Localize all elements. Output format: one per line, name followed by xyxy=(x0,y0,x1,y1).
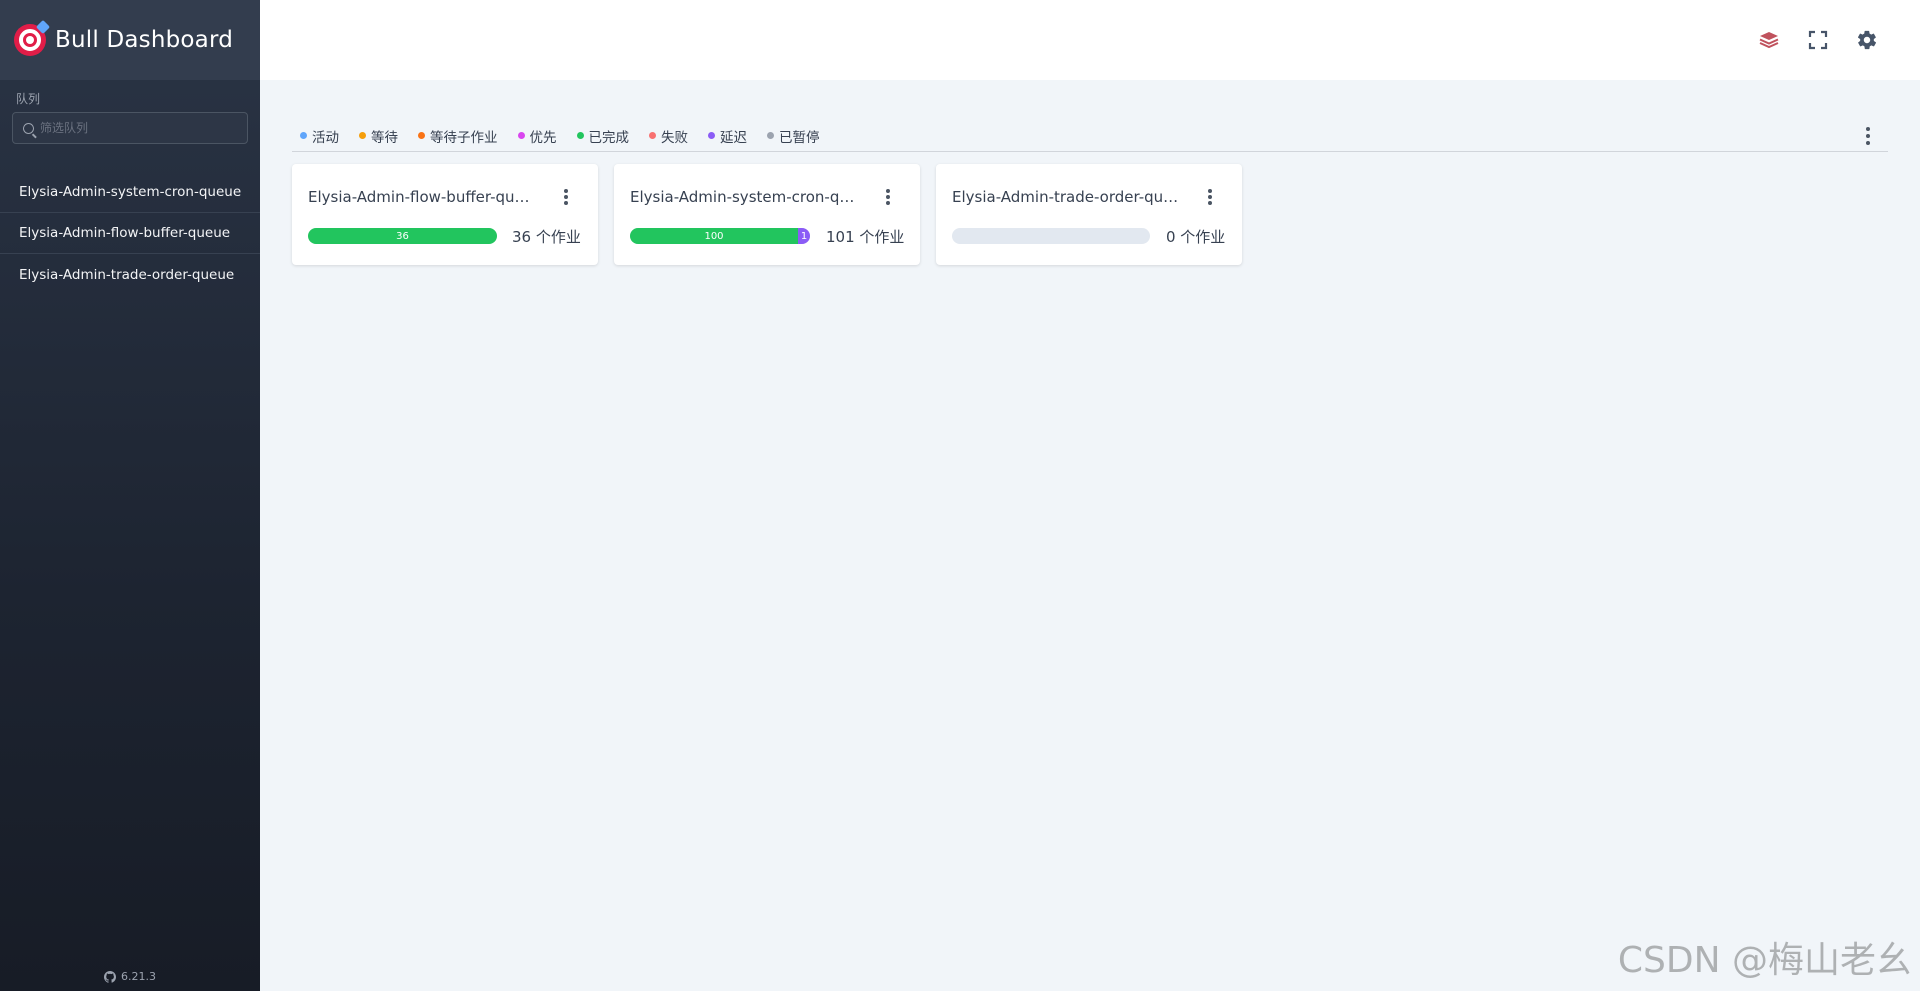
status-filter-bar: 活动 等待 等待子作业 优先 已完成 失败 延迟 已暂停 xyxy=(292,120,1888,152)
status-dot-icon xyxy=(767,132,774,139)
fullscreen-icon[interactable] xyxy=(1806,28,1830,52)
status-label: 优先 xyxy=(529,129,557,146)
brand[interactable]: Bull Dashboard xyxy=(0,0,260,80)
status-label: 活动 xyxy=(312,129,339,146)
queue-progress-bar xyxy=(952,228,1150,244)
top-header xyxy=(260,0,1920,80)
status-active[interactable]: 活动 xyxy=(300,126,339,146)
status-waiting[interactable]: 等待 xyxy=(359,126,398,146)
status-dot-icon xyxy=(708,132,715,139)
delayed-segment[interactable]: 1 xyxy=(798,228,810,244)
status-prioritized[interactable]: 优先 xyxy=(517,126,557,146)
status-dot-icon xyxy=(649,132,656,139)
status-label: 等待子作业 xyxy=(430,129,498,146)
queue-card: Elysia-Admin-flow-buffer-queue 36 36 个作业 xyxy=(292,164,598,265)
redis-icon[interactable] xyxy=(1757,28,1781,52)
status-dot-icon xyxy=(418,132,425,139)
queue-filter-input[interactable] xyxy=(40,121,240,135)
watermark: CSDN @梅山老幺 xyxy=(1617,940,1912,981)
status-label: 已完成 xyxy=(588,129,630,146)
completed-segment[interactable]: 100 xyxy=(630,228,798,244)
status-delayed[interactable]: 延迟 xyxy=(708,126,747,146)
sidebar-queue-item[interactable]: Elysia-Admin-trade-order-queue xyxy=(0,254,260,295)
queue-list: Elysia-Admin-system-cron-queue Elysia-Ad… xyxy=(0,172,260,295)
status-waiting-children[interactable]: 等待子作业 xyxy=(418,126,498,146)
status-dot-icon xyxy=(359,132,366,139)
queue-card-menu-icon[interactable] xyxy=(886,189,890,205)
queue-job-count: 0 个作业 xyxy=(1166,228,1226,246)
status-label: 等待 xyxy=(371,129,398,146)
settings-icon[interactable] xyxy=(1855,28,1879,52)
status-failed[interactable]: 失败 xyxy=(649,126,688,146)
version-link[interactable]: 6.21.3 xyxy=(0,970,260,983)
completed-segment[interactable]: 36 xyxy=(308,228,497,244)
queue-card-name[interactable]: Elysia-Admin-system-cron-queue xyxy=(630,188,860,206)
status-label: 已暂停 xyxy=(779,129,820,146)
status-dot-icon xyxy=(517,132,525,139)
queue-card-menu-icon[interactable] xyxy=(1208,189,1212,205)
github-icon xyxy=(104,970,116,983)
status-dot-icon xyxy=(576,132,584,139)
sidebar-queue-item[interactable]: Elysia-Admin-system-cron-queue xyxy=(0,172,260,213)
main-content: 活动 等待 等待子作业 优先 已完成 失败 延迟 已暂停 Elysia-Admi… xyxy=(260,80,1920,991)
sidebar-queue-item[interactable]: Elysia-Admin-flow-buffer-queue xyxy=(0,213,260,254)
queue-card-name[interactable]: Elysia-Admin-flow-buffer-queue xyxy=(308,188,538,206)
status-paused[interactable]: 已暂停 xyxy=(767,126,820,146)
status-completed[interactable]: 已完成 xyxy=(576,126,630,146)
queue-card: Elysia-Admin-trade-order-queue 0 个作业 xyxy=(936,164,1242,265)
status-label: 失败 xyxy=(661,129,688,146)
queues-section-label: 队列 xyxy=(16,92,41,106)
queue-progress-bar: 100 1 xyxy=(630,228,810,244)
queue-card: Elysia-Admin-system-cron-queue 100 1 101… xyxy=(614,164,920,265)
queue-cards: Elysia-Admin-flow-buffer-queue 36 36 个作业… xyxy=(292,164,1242,265)
app-title: Bull Dashboard xyxy=(55,27,234,53)
version-label: 6.21.3 xyxy=(121,970,156,983)
queue-job-count: 36 个作业 xyxy=(512,228,581,246)
queue-filter-field[interactable] xyxy=(12,112,248,144)
queue-card-menu-icon[interactable] xyxy=(564,189,568,205)
queue-job-count: 101 个作业 xyxy=(826,228,905,246)
queue-card-name[interactable]: Elysia-Admin-trade-order-queue xyxy=(952,188,1182,206)
status-dot-icon xyxy=(300,132,307,139)
search-icon xyxy=(23,122,34,134)
more-options-icon[interactable] xyxy=(1866,127,1870,145)
bull-logo-icon xyxy=(14,19,51,56)
status-label: 延迟 xyxy=(720,129,747,146)
sidebar: Bull Dashboard 队列 Elysia-Admin-system-cr… xyxy=(0,0,260,991)
queue-progress-bar: 36 xyxy=(308,228,497,244)
